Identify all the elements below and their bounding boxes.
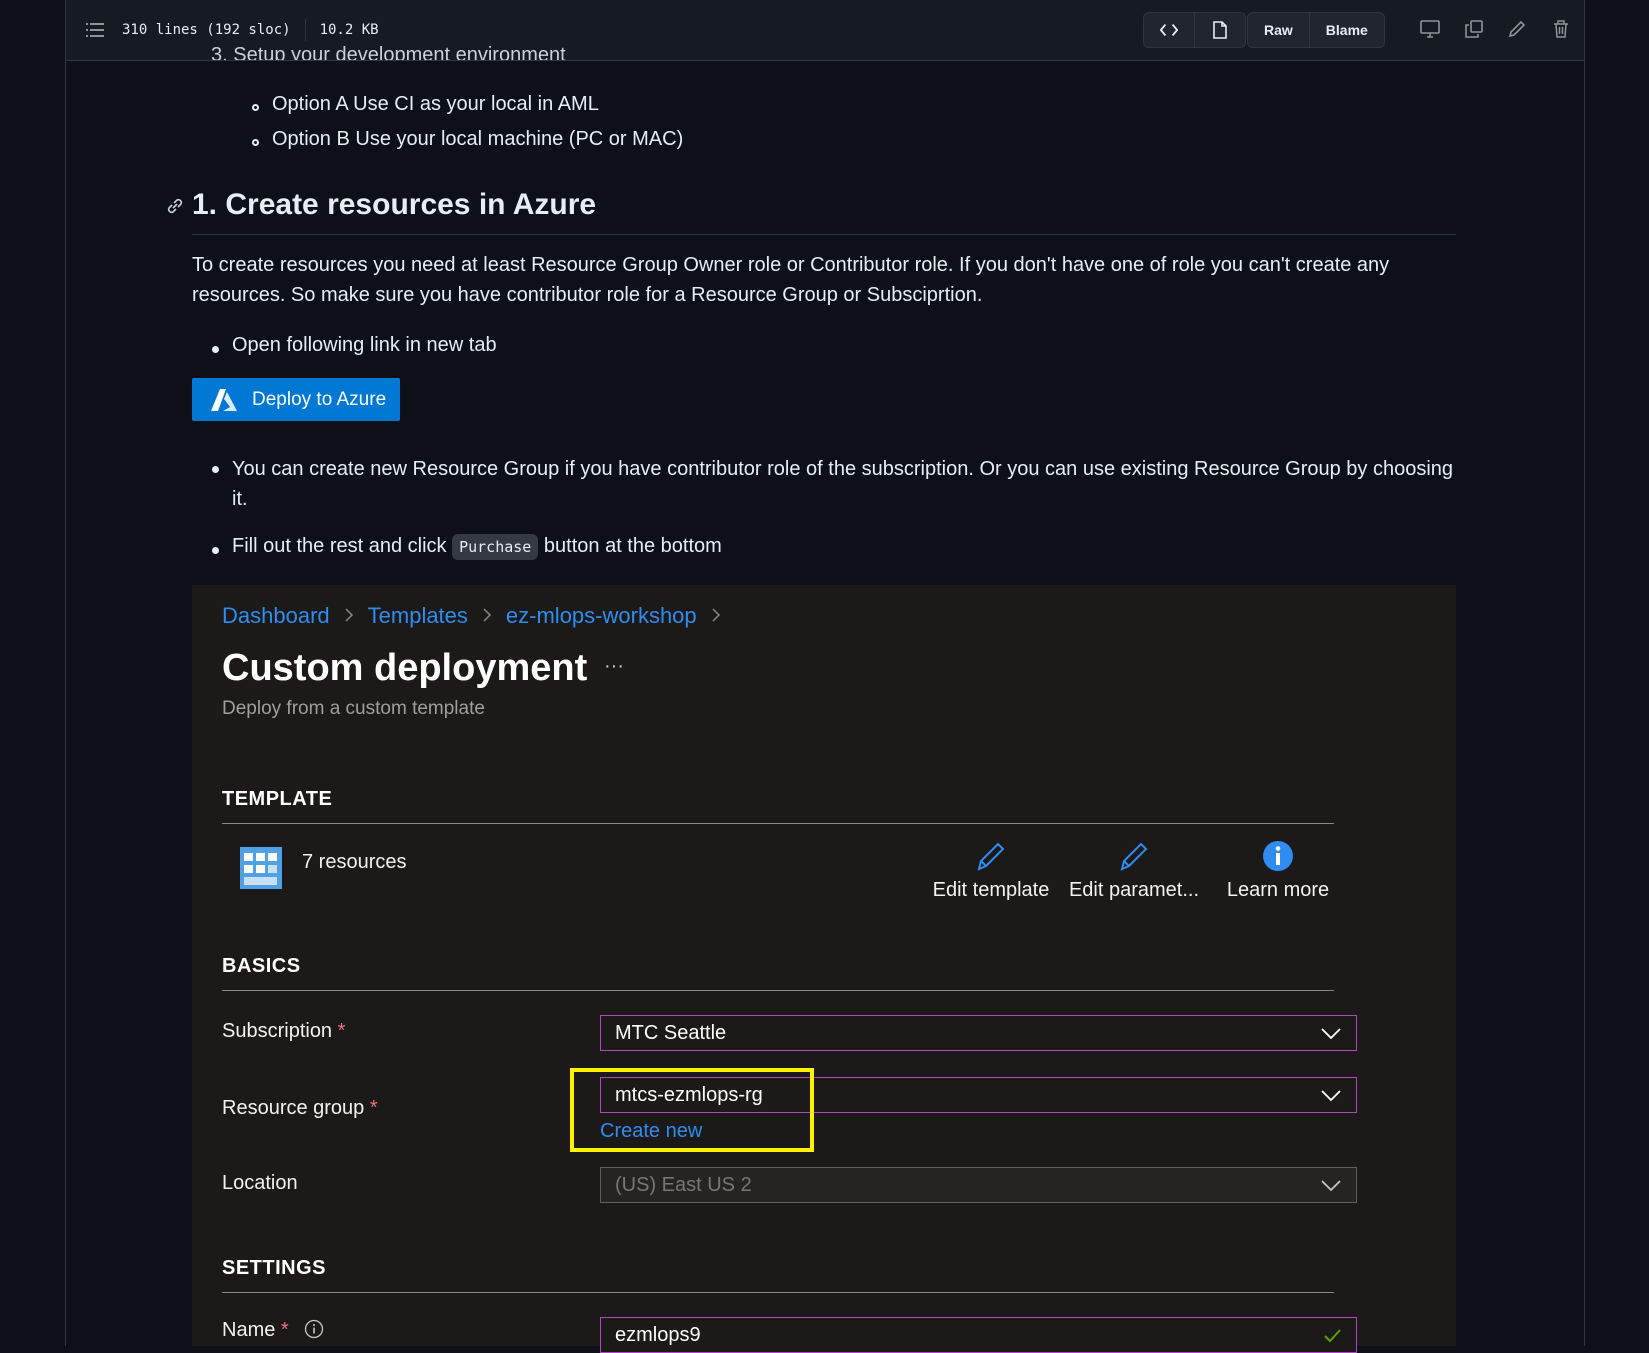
section-heading: 1. Create resources in Azure bbox=[192, 188, 597, 221]
blame-button[interactable]: Blame bbox=[1308, 13, 1384, 47]
list-item: Option B Use your local machine (PC or M… bbox=[272, 128, 684, 150]
list-item-text: Fill out the rest and click bbox=[232, 535, 447, 557]
action-label: Learn more bbox=[1226, 879, 1330, 901]
copy-icon[interactable] bbox=[1459, 14, 1489, 44]
cut-list-item: 3. Setup your development environment bbox=[211, 44, 566, 60]
raw-blame-group: Raw Blame bbox=[1247, 12, 1385, 48]
name-field[interactable]: ezmlops9 bbox=[600, 1317, 1357, 1353]
template-section-title: TEMPLATE bbox=[222, 788, 333, 810]
chevron-down-icon bbox=[1320, 1086, 1342, 1110]
action-label: Edit paramet... bbox=[1068, 879, 1200, 901]
chevron-down-icon bbox=[1320, 1024, 1342, 1048]
pencil-icon[interactable] bbox=[1502, 14, 1532, 44]
label-text: Resource group bbox=[222, 1097, 365, 1119]
list-item-text: button at the bottom bbox=[543, 535, 722, 557]
preview-view-icon[interactable] bbox=[1194, 13, 1245, 47]
breadcrumb-workshop[interactable]: ez-mlops-workshop bbox=[506, 603, 697, 629]
azure-portal-screenshot: Dashboard Templates ez-mlops-workshop Cu… bbox=[192, 585, 1456, 1353]
edit-template-action[interactable]: Edit template bbox=[927, 840, 1055, 902]
chevron-down-icon bbox=[1320, 1176, 1342, 1200]
list-bullet bbox=[252, 139, 259, 146]
trash-icon[interactable] bbox=[1546, 14, 1576, 44]
list-item-line: You can create new Resource Group if you… bbox=[232, 458, 1454, 480]
label-text: Subscription bbox=[222, 1020, 333, 1042]
line-count: 310 lines (192 sloc) bbox=[122, 22, 291, 38]
basics-section-title: BASICS bbox=[222, 955, 301, 977]
list-item: Fill out the rest and click Purchase but… bbox=[232, 534, 722, 560]
resource-group-label: Resource group * bbox=[222, 1097, 378, 1120]
raw-button[interactable]: Raw bbox=[1248, 13, 1309, 47]
breadcrumb-templates[interactable]: Templates bbox=[368, 603, 468, 629]
edit-parameters-action[interactable]: Edit paramet... bbox=[1064, 840, 1204, 902]
deploy-button-label: Deploy to Azure bbox=[252, 388, 387, 410]
list-bullet bbox=[212, 547, 219, 554]
file-view: 310 lines (192 sloc) 10.2 KB Raw Blame 3… bbox=[65, 0, 1585, 1353]
anchor-link-icon[interactable] bbox=[166, 197, 188, 220]
resources-grid-icon bbox=[240, 847, 282, 894]
azure-logo-icon bbox=[210, 388, 238, 412]
paragraph-line: To create resources you need at least Re… bbox=[192, 254, 1390, 276]
inline-code: Purchase bbox=[452, 534, 539, 560]
list-bullet bbox=[212, 466, 219, 473]
list-item: You can create new Resource Group if you… bbox=[232, 454, 1453, 514]
list-item-line: it. bbox=[232, 488, 248, 510]
list-item: Open following link in new tab bbox=[232, 334, 497, 356]
outline-icon[interactable] bbox=[84, 19, 106, 41]
chevron-right-icon bbox=[711, 603, 721, 629]
file-size: 10.2 KB bbox=[319, 22, 379, 38]
more-options-icon[interactable]: ··· bbox=[604, 655, 624, 678]
required-mark: * bbox=[280, 1319, 289, 1341]
code-view-icon[interactable] bbox=[1144, 13, 1194, 47]
learn-more-action[interactable]: Learn more bbox=[1222, 840, 1334, 902]
highlight-box bbox=[570, 1068, 814, 1152]
heading-underline bbox=[192, 234, 1456, 235]
info-icon bbox=[1222, 840, 1334, 877]
name-label: Name * bbox=[222, 1319, 324, 1345]
list-bullet bbox=[252, 104, 259, 111]
subscription-dropdown[interactable]: MTC Seattle bbox=[600, 1015, 1357, 1051]
list-item: Option A Use CI as your local in AML bbox=[272, 93, 599, 115]
section-divider bbox=[222, 823, 1334, 824]
resources-count: 7 resources bbox=[302, 851, 407, 873]
action-label: Edit template bbox=[932, 879, 1050, 901]
required-mark: * bbox=[337, 1020, 346, 1042]
chevron-right-icon bbox=[482, 603, 492, 629]
divider bbox=[304, 19, 306, 41]
location-label: Location bbox=[222, 1172, 298, 1194]
label-text: Name bbox=[222, 1319, 276, 1341]
pencil-icon bbox=[927, 840, 1055, 877]
list-bullet bbox=[212, 346, 219, 353]
required-mark: * bbox=[369, 1097, 378, 1119]
breadcrumb: Dashboard Templates ez-mlops-workshop bbox=[222, 603, 721, 629]
chevron-right-icon bbox=[344, 603, 354, 629]
section-divider bbox=[222, 990, 1334, 991]
pencil-icon bbox=[1064, 840, 1204, 877]
paragraph: To create resources you need at least Re… bbox=[192, 250, 1389, 310]
subscription-label: Subscription * bbox=[222, 1020, 345, 1043]
location-dropdown[interactable]: (US) East US 2 bbox=[600, 1167, 1357, 1203]
desktop-icon[interactable] bbox=[1415, 14, 1445, 44]
dropdown-value: (US) East US 2 bbox=[615, 1173, 752, 1196]
field-value: ezmlops9 bbox=[615, 1323, 701, 1346]
deploy-to-azure-button[interactable]: Deploy to Azure bbox=[192, 378, 400, 421]
view-toggle bbox=[1143, 12, 1246, 48]
page-subtitle: Deploy from a custom template bbox=[222, 698, 485, 719]
dropdown-value: MTC Seattle bbox=[615, 1021, 727, 1044]
info-circle-icon[interactable] bbox=[304, 1319, 324, 1345]
page-title: Custom deployment bbox=[222, 647, 588, 689]
paragraph-line: resources. So make sure you have contrib… bbox=[192, 284, 983, 306]
checkmark-icon bbox=[1322, 1326, 1342, 1350]
breadcrumb-dashboard[interactable]: Dashboard bbox=[222, 603, 330, 629]
settings-section-title: SETTINGS bbox=[222, 1257, 327, 1279]
section-divider bbox=[222, 1292, 1334, 1293]
